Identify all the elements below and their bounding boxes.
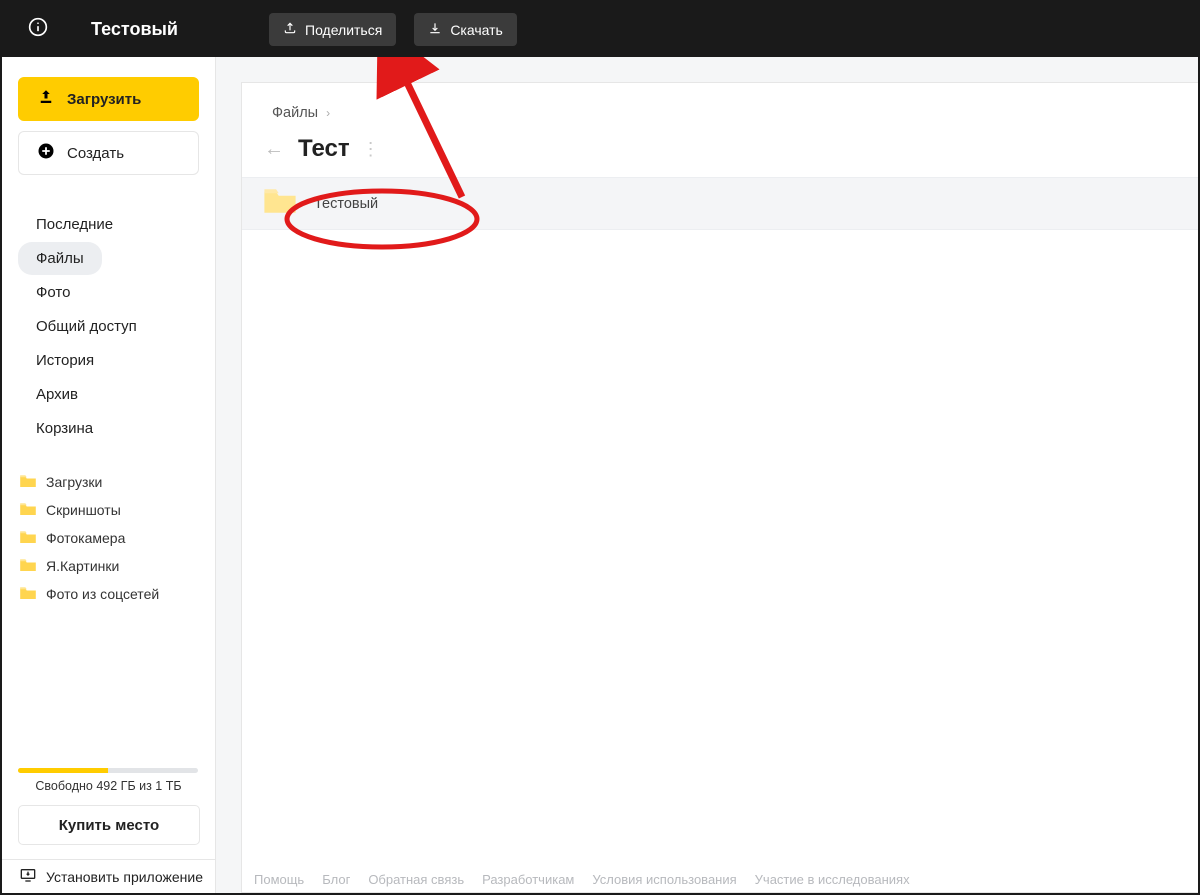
sidebar-folders: Загрузки Скриншоты Фотокамера Я.Картинки… [2,468,215,608]
sidebar-item-label: Корзина [36,420,93,437]
upload-button[interactable]: Загрузить [18,77,199,121]
footer-link[interactable]: Участие в исследованиях [755,872,910,887]
sidebar-item-shared[interactable]: Общий доступ [18,310,155,343]
sidebar-folder[interactable]: Фото из соцсетей [2,580,215,608]
main-content: Файлы › ← Тест ⋮ Тестовый [241,82,1198,893]
sidebar-folder-label: Фотокамера [46,530,125,546]
selection-title: Тестовый [91,19,251,40]
plus-circle-icon [37,142,55,164]
storage-bar [18,768,198,773]
buy-storage-button[interactable]: Купить место [18,805,200,845]
folder-icon [20,586,36,602]
sidebar-item-files[interactable]: Файлы [18,242,102,275]
sidebar-item-label: Последние [36,216,113,233]
sidebar-item-photo[interactable]: Фото [18,276,88,309]
sidebar-folder[interactable]: Фотокамера [2,524,215,552]
upload-label: Загрузить [67,91,141,108]
footer-link[interactable]: Блог [322,872,350,887]
file-name: Тестовый [314,196,378,212]
folder-icon [20,474,36,490]
file-row[interactable]: Тестовый [242,177,1198,230]
sidebar-item-label: Архив [36,386,78,403]
sidebar-item-label: История [36,352,94,369]
share-button[interactable]: Поделиться [269,13,396,46]
install-app-link[interactable]: Установить приложение [2,859,215,893]
sidebar-folder-label: Я.Картинки [46,558,119,574]
sidebar-folder[interactable]: Я.Картинки [2,552,215,580]
storage-text: Свободно 492 ГБ из 1 ТБ [18,779,199,793]
folder-icon [20,530,36,546]
breadcrumb-root[interactable]: Файлы [272,105,318,121]
install-app-label: Установить приложение [46,869,203,885]
sidebar: Загрузить Создать Последние Файлы Фото О… [2,57,216,893]
back-arrow-icon[interactable]: ← [262,138,286,161]
folder-icon [20,558,36,574]
sidebar-folder-label: Загрузки [46,474,102,490]
sidebar-folder[interactable]: Загрузки [2,468,215,496]
sidebar-item-history[interactable]: История [18,344,112,377]
upload-icon [37,88,55,110]
chevron-right-icon: › [326,106,330,120]
footer-link[interactable]: Обратная связь [368,872,464,887]
desktop-download-icon [20,868,36,885]
footer-link[interactable]: Помощь [254,872,304,887]
sidebar-item-trash[interactable]: Корзина [18,412,111,445]
breadcrumb[interactable]: Файлы › [242,83,1198,121]
sidebar-folder-label: Скриншоты [46,502,121,518]
download-icon [428,21,442,38]
info-icon[interactable] [28,17,48,42]
sidebar-item-label: Фото [36,284,70,301]
download-label: Скачать [450,22,503,38]
sidebar-item-label: Файлы [36,250,84,267]
download-button[interactable]: Скачать [414,13,517,46]
create-label: Создать [67,145,124,162]
footer-links: Помощь Блог Обратная связь Разработчикам… [254,872,910,887]
folder-title: Тест [298,135,350,163]
footer-link[interactable]: Разработчикам [482,872,574,887]
topbar: Тестовый Поделиться Скачать [2,2,1198,57]
storage-bar-fill [18,768,108,773]
buy-storage-label: Купить место [59,817,159,834]
kebab-menu-icon[interactable]: ⋮ [362,147,372,151]
sidebar-item-label: Общий доступ [36,318,137,335]
folder-icon [264,188,296,219]
share-label: Поделиться [305,22,382,38]
share-icon [283,21,297,38]
sidebar-item-recent[interactable]: Последние [18,208,131,241]
sidebar-folder-label: Фото из соцсетей [46,586,159,602]
create-button[interactable]: Создать [18,131,199,175]
sidebar-folder[interactable]: Скриншоты [2,496,215,524]
folder-icon [20,502,36,518]
sidebar-nav: Последние Файлы Фото Общий доступ Истори… [2,207,215,446]
sidebar-item-archive[interactable]: Архив [18,378,96,411]
footer-link[interactable]: Условия использования [592,872,736,887]
